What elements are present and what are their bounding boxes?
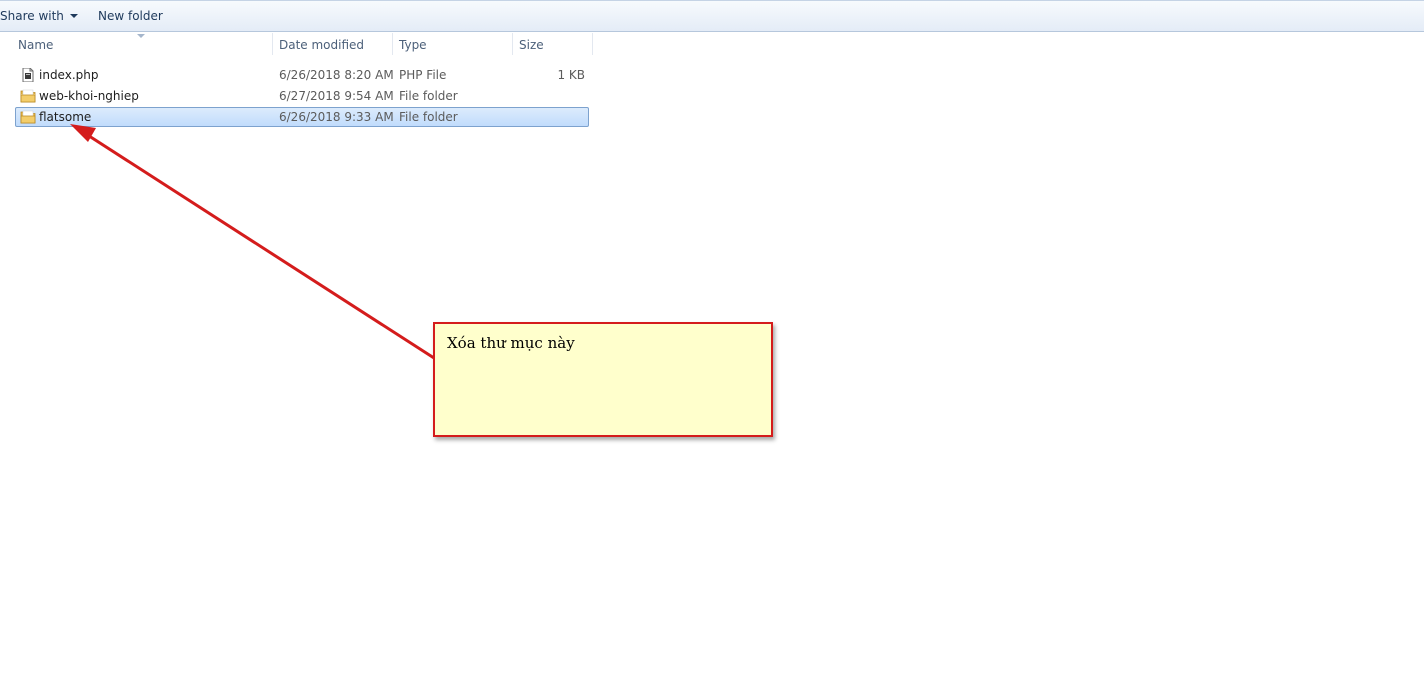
annotation-text: Xóa thư mục này [447,334,575,352]
annotation-note: Xóa thư mục này [433,322,773,437]
